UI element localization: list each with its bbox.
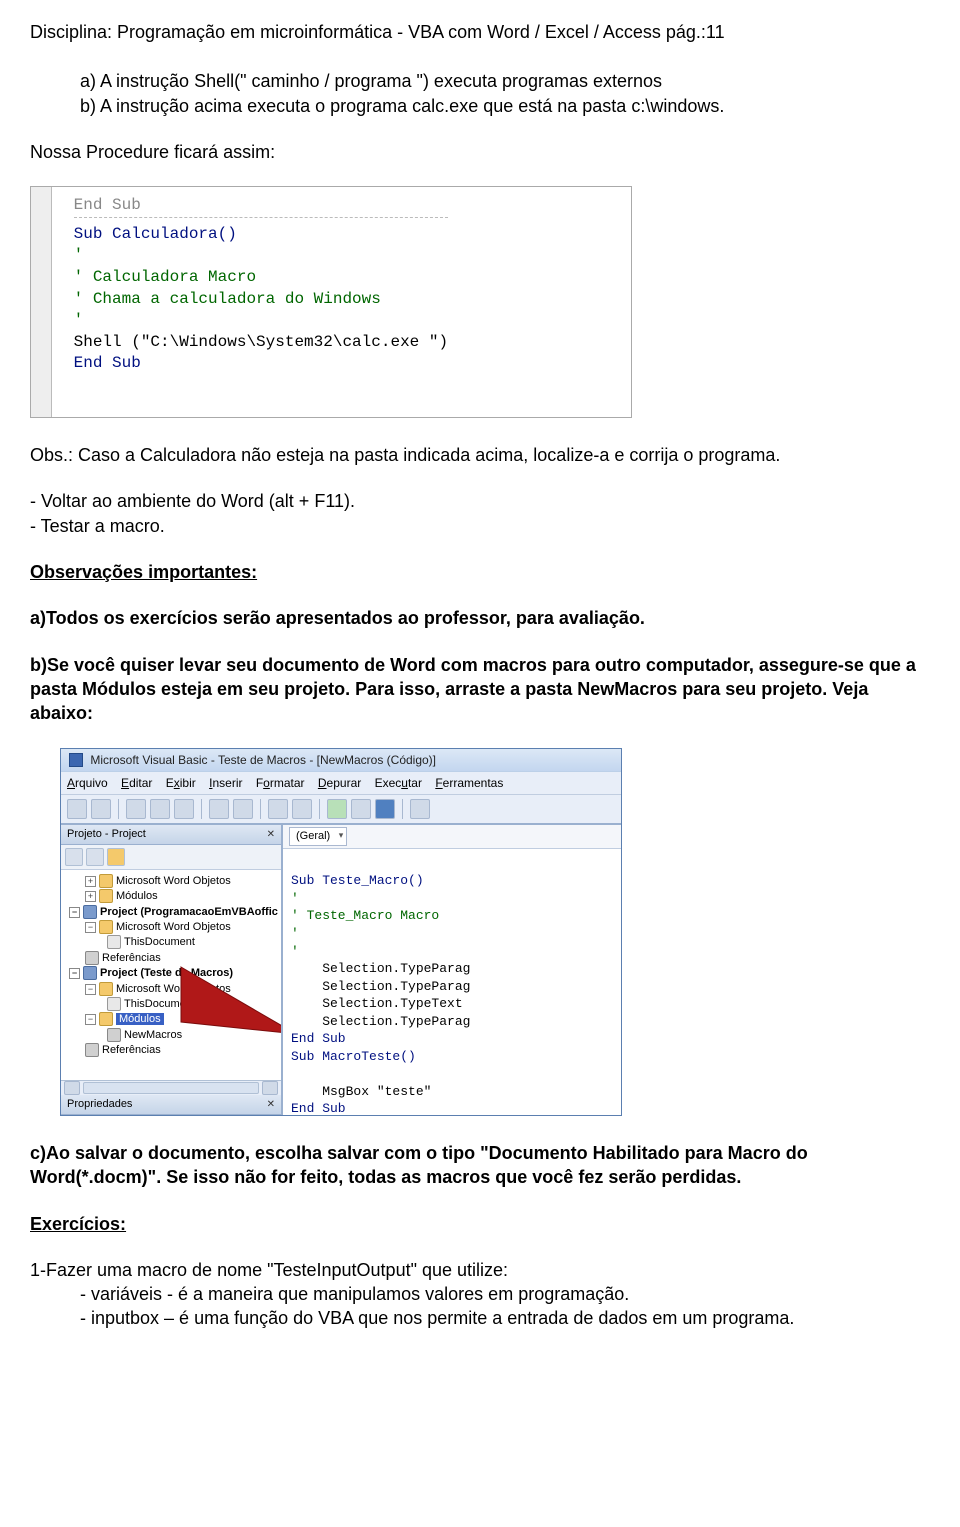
project-tree[interactable]: +Microsoft Word Objetos +Módulos −Projec… — [61, 870, 281, 1080]
obs-a: a)Todos os exercícios serão apresentados… — [30, 606, 930, 630]
code-line: Selection.TypeParag — [291, 979, 470, 994]
exercicios-title: Exercícios: — [30, 1212, 930, 1236]
code-line: End Sub — [291, 1101, 346, 1115]
project-panel-title: Projeto - Project✕ — [61, 825, 281, 845]
code-line: End Sub — [74, 353, 448, 375]
menu-executar[interactable]: Executar — [375, 776, 422, 790]
ex1: 1-Fazer uma macro de nome "TesteInputOut… — [30, 1258, 930, 1282]
ide-menubar[interactable]: Arquivo Editar Exibir Inserir Formatar D… — [61, 772, 621, 795]
ex1a: - variáveis - é a maneira que manipulamo… — [30, 1282, 930, 1306]
code-line: End Sub — [291, 1031, 346, 1046]
properties-panel-title: Propriedades✕ — [61, 1095, 281, 1115]
tree-node-newmacros[interactable]: NewMacros — [124, 1029, 182, 1041]
code-line: ' — [291, 944, 299, 959]
tree-node[interactable]: Referências — [102, 1044, 161, 1056]
nossa-procedure: Nossa Procedure ficará assim: — [30, 140, 930, 164]
code-line: Selection.TypeParag — [291, 1014, 470, 1029]
toolbar-button[interactable] — [268, 799, 288, 819]
code-line: MsgBox "teste" — [291, 1084, 431, 1099]
code-line: ' Calculadora Macro — [74, 267, 448, 289]
list-item-b: b) A instrução acima executa o programa … — [30, 94, 930, 118]
code-line: End Sub — [74, 195, 448, 218]
code-line: Sub Calculadora() — [74, 224, 448, 246]
menu-exibir[interactable]: Exibir — [166, 776, 196, 790]
voltar: - Voltar ao ambiente do Word (alt + F11)… — [30, 489, 930, 513]
toolbar-button[interactable] — [150, 799, 170, 819]
code-line: Selection.TypeParag — [291, 961, 470, 976]
tree-node[interactable]: Microsoft Word Objetos — [116, 983, 231, 995]
code-line: Shell ("C:\Windows\System32\calc.exe ") — [74, 332, 448, 354]
close-icon[interactable]: ✕ — [267, 828, 275, 842]
ide-title: Microsoft Visual Basic - Teste de Macros… — [90, 753, 436, 767]
code-combo-row[interactable]: (Geral) — [283, 825, 621, 849]
tree-node[interactable]: Módulos — [116, 890, 158, 902]
menu-depurar[interactable]: Depurar — [318, 776, 361, 790]
code-line: Sub MacroTeste() — [291, 1049, 416, 1064]
mini-toolbar-button[interactable] — [107, 848, 125, 866]
toolbar-button[interactable] — [67, 799, 87, 819]
scroll-right-button[interactable] — [262, 1081, 278, 1095]
project-mini-toolbar[interactable] — [61, 845, 281, 870]
mini-toolbar-button[interactable] — [86, 848, 104, 866]
testar: - Testar a macro. — [30, 514, 930, 538]
menu-ferramentas[interactable]: Ferramentas — [435, 776, 503, 790]
observacoes-title: Observações importantes: — [30, 560, 930, 584]
code-pane[interactable]: Sub Teste_Macro() ' ' Teste_Macro Macro … — [283, 849, 621, 1115]
code-line: ' Chama a calculadora do Windows — [74, 289, 448, 311]
tree-node[interactable]: ThisDocument — [124, 936, 195, 948]
toolbar-button[interactable] — [292, 799, 312, 819]
vb-ide-screenshot: Microsoft Visual Basic - Teste de Macros… — [60, 748, 622, 1116]
code-line: Sub Teste_Macro() — [291, 873, 424, 888]
menu-editar[interactable]: Editar — [121, 776, 152, 790]
toolbar-button[interactable] — [233, 799, 253, 819]
scroll-left-button[interactable] — [64, 1081, 80, 1095]
app-icon — [69, 753, 83, 767]
code-line: ' — [74, 310, 448, 332]
menu-formatar[interactable]: Formatar — [256, 776, 305, 790]
toolbar-button[interactable] — [410, 799, 430, 819]
code-line: ' — [291, 891, 299, 906]
toolbar-run-button[interactable] — [327, 799, 347, 819]
tree-project[interactable]: Project (ProgramacaoEmVBAoffic — [100, 906, 278, 918]
ide-toolbar[interactable] — [61, 795, 621, 825]
obs-b: b)Se você quiser levar seu documento de … — [30, 653, 930, 726]
toolbar-button[interactable] — [174, 799, 194, 819]
menu-inserir[interactable]: Inserir — [209, 776, 242, 790]
list-item-a: a) A instrução Shell(" caminho / program… — [30, 69, 930, 93]
page-header: Disciplina: Programação em microinformát… — [30, 20, 930, 44]
toolbar-pause-button[interactable] — [351, 799, 371, 819]
code-line: ' — [74, 245, 448, 267]
toolbar-stop-button[interactable] — [375, 799, 395, 819]
toolbar-button[interactable] — [126, 799, 146, 819]
tree-node-selected[interactable]: Módulos — [116, 1013, 164, 1025]
ide-titlebar: Microsoft Visual Basic - Teste de Macros… — [61, 749, 621, 772]
tree-node[interactable]: Referências — [102, 952, 161, 964]
code-line: Selection.TypeText — [291, 996, 463, 1011]
toolbar-button[interactable] — [209, 799, 229, 819]
obs-c: c)Ao salvar o documento, escolha salvar … — [30, 1141, 930, 1190]
tree-node[interactable]: Microsoft Word Objetos — [116, 921, 231, 933]
code-line: ' — [291, 926, 299, 941]
code-line: ' Teste_Macro Macro — [291, 908, 439, 923]
tree-scrollbar[interactable] — [61, 1080, 281, 1095]
general-combo[interactable]: (Geral) — [289, 827, 347, 846]
toolbar-button[interactable] — [91, 799, 111, 819]
close-icon[interactable]: ✕ — [267, 1098, 275, 1112]
code-editor-1: End Sub Sub Calculadora() ' ' Calculador… — [30, 186, 632, 418]
tree-project[interactable]: Project (Teste de Macros) — [100, 967, 233, 979]
tree-node[interactable]: ThisDocument — [124, 998, 195, 1010]
tree-node[interactable]: Microsoft Word Objetos — [116, 875, 231, 887]
ex1b: - inputbox – é uma função do VBA que nos… — [30, 1306, 930, 1330]
obs-calc: Obs.: Caso a Calculadora não esteja na p… — [30, 443, 930, 467]
menu-arquivo[interactable]: Arquivo — [67, 776, 108, 790]
mini-toolbar-button[interactable] — [65, 848, 83, 866]
